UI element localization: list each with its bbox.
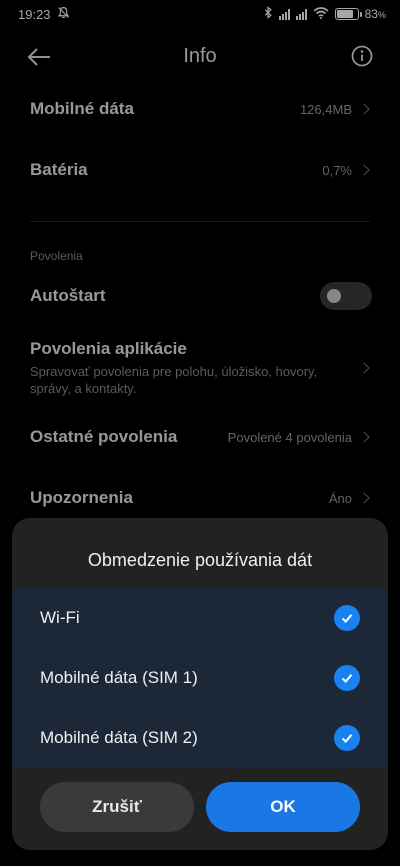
status-right: 83% <box>264 6 386 22</box>
battery-fill <box>336 10 354 18</box>
info-button[interactable] <box>350 44 374 68</box>
divider <box>30 221 370 222</box>
option-label: Mobilné dáta (SIM 1) <box>40 668 198 687</box>
checkmark-icon[interactable] <box>334 665 360 691</box>
data-restriction-dialog: Obmedzenie používania dát Wi-Fi Mobilné … <box>12 518 388 850</box>
cancel-button[interactable]: Zrušiť <box>40 782 194 832</box>
row-battery[interactable]: Batéria 0,7% <box>30 157 372 183</box>
dialog-buttons: Zrušiť OK <box>40 782 360 834</box>
page-title: Info <box>183 45 217 67</box>
battery-percent: 83% <box>364 7 386 21</box>
status-time: 19:23 <box>18 6 51 22</box>
header: Info <box>0 36 400 78</box>
row-app-permissions[interactable]: Povolenia aplikácie Spravovať povolenia … <box>30 336 372 400</box>
wifi-icon <box>313 6 329 22</box>
checkmark-icon[interactable] <box>334 605 360 631</box>
row-title: Mobilné dáta <box>30 99 134 118</box>
row-value: 0,7% <box>322 163 372 178</box>
option-mobile-data-sim1[interactable]: Mobilné dáta (SIM 1) <box>12 648 388 708</box>
row-title: Batéria <box>30 160 88 179</box>
ok-button[interactable]: OK <box>206 782 360 832</box>
section-label-permissions: Povolenia <box>30 249 83 263</box>
row-mobile-data[interactable]: Mobilné dáta 126,4MB <box>30 96 372 122</box>
checkmark-icon[interactable] <box>334 725 360 751</box>
row-text: Povolenia aplikácie Spravovať povolenia … <box>30 339 348 397</box>
chevron-right-icon <box>358 431 370 443</box>
option-label: Mobilné dáta (SIM 2) <box>40 728 198 747</box>
option-mobile-data-sim2[interactable]: Mobilné dáta (SIM 2) <box>12 708 388 768</box>
bell-off-icon <box>57 6 70 22</box>
row-value: Áno <box>329 491 372 506</box>
chevron-right-icon <box>358 103 370 115</box>
chevron-right-icon <box>358 492 370 504</box>
status-bar: 19:23 83% <box>0 0 400 28</box>
signal-sim2-icon <box>295 8 307 20</box>
dialog-title: Obmedzenie používania dát <box>87 550 313 570</box>
battery-icon <box>334 8 362 20</box>
row-description: Spravovať povolenia pre polohu, úložisko… <box>30 364 318 396</box>
row-value <box>358 362 372 374</box>
toggle-knob <box>327 289 341 303</box>
row-other-permissions[interactable]: Ostatné povolenia Povolené 4 povolenia <box>30 424 372 450</box>
row-autostart[interactable]: Autoštart <box>30 281 372 311</box>
row-title: Upozornenia <box>30 488 133 507</box>
status-left: 19:23 <box>18 6 70 22</box>
info-icon <box>351 45 373 67</box>
option-label: Wi-Fi <box>40 608 80 627</box>
row-value: Povolené 4 povolenia <box>228 430 372 445</box>
chevron-right-icon <box>358 164 370 176</box>
signal-sim1-icon <box>278 8 290 20</box>
dialog-options: Wi-Fi Mobilné dáta (SIM 1) Mobilné dáta … <box>12 588 388 768</box>
option-wifi[interactable]: Wi-Fi <box>12 588 388 648</box>
row-title: Ostatné povolenia <box>30 427 178 446</box>
row-title: Autoštart <box>30 286 106 305</box>
chevron-right-icon <box>358 362 370 374</box>
row-value: 126,4MB <box>300 102 372 117</box>
autostart-toggle[interactable] <box>320 282 372 310</box>
bluetooth-icon <box>264 6 273 22</box>
row-title: Povolenia aplikácie <box>30 339 187 358</box>
row-notifications[interactable]: Upozornenia Áno <box>30 485 372 511</box>
